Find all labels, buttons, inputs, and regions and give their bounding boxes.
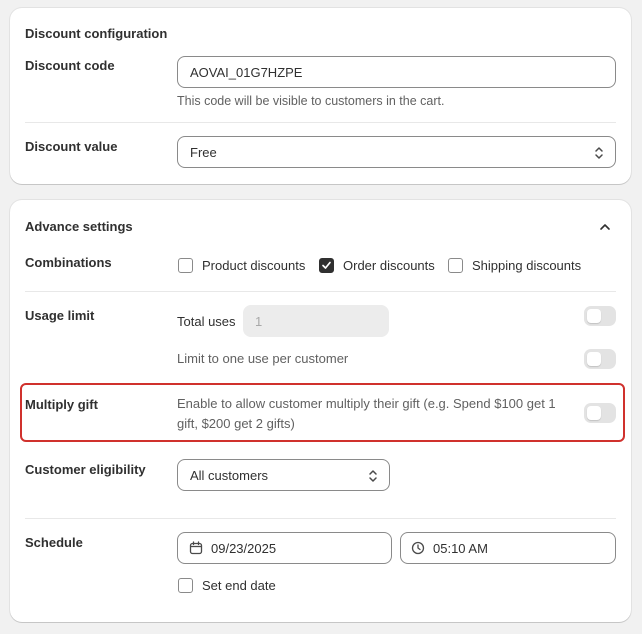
discount-code-value: AOVAI_01G7HZPE — [190, 64, 303, 80]
total-uses-placeholder: 1 — [255, 313, 263, 329]
discount-configuration-title: Discount configuration — [25, 26, 168, 41]
start-date-input[interactable]: 09/23/2025 — [177, 532, 392, 564]
discount-value-label: Discount value — [25, 139, 118, 154]
set-end-date-label: Set end date — [202, 578, 276, 593]
divider — [25, 291, 616, 292]
start-date-value: 09/23/2025 — [211, 540, 277, 556]
start-time-input[interactable]: 05:10 AM — [400, 532, 616, 564]
order-discounts-checkbox[interactable] — [319, 258, 334, 273]
toggle-knob — [587, 309, 601, 323]
discount-code-help: This code will be visible to customers i… — [177, 94, 445, 108]
total-uses-input[interactable]: 1 — [243, 305, 389, 337]
discount-value-select[interactable]: Free — [177, 136, 616, 168]
schedule-label: Schedule — [25, 535, 83, 550]
set-end-date[interactable]: Set end date — [178, 578, 276, 593]
divider — [25, 122, 616, 123]
multiply-gift-toggle[interactable] — [584, 403, 616, 423]
usage-limit-label: Usage limit — [25, 308, 95, 323]
advance-settings-card: Advance settings Combinations Product di… — [10, 200, 631, 622]
combination-shipping-discounts[interactable]: Shipping discounts — [448, 258, 581, 273]
divider — [25, 518, 616, 519]
set-end-date-checkbox[interactable] — [178, 578, 193, 593]
combination-order-discounts[interactable]: Order discounts — [319, 258, 435, 273]
multiply-gift-description: Enable to allow customer multiply their … — [177, 396, 556, 431]
total-uses-toggle[interactable] — [584, 306, 616, 326]
customer-eligibility-select[interactable]: All customers — [177, 459, 390, 491]
chevron-up-icon[interactable] — [599, 222, 611, 232]
start-time-value: 05:10 AM — [433, 540, 488, 556]
select-chevron-icon — [369, 470, 377, 482]
product-discounts-checkbox[interactable] — [178, 258, 193, 273]
combinations-label: Combinations — [25, 255, 112, 270]
toggle-knob — [587, 406, 601, 420]
advance-settings-title: Advance settings — [25, 219, 133, 234]
one-per-customer-toggle[interactable] — [584, 349, 616, 369]
shipping-discounts-label: Shipping discounts — [472, 258, 582, 273]
discount-value-selected: Free — [190, 144, 217, 160]
toggle-knob — [587, 352, 601, 366]
discount-code-input[interactable]: AOVAI_01G7HZPE — [177, 56, 616, 88]
total-uses-label: Total uses — [177, 314, 236, 329]
customer-eligibility-selected: All customers — [190, 467, 269, 483]
clock-icon — [411, 541, 425, 555]
multiply-gift-label: Multiply gift — [25, 397, 98, 412]
checkmark-icon — [322, 261, 331, 269]
shipping-discounts-checkbox[interactable] — [448, 258, 463, 273]
customer-eligibility-label: Customer eligibility — [25, 462, 146, 477]
discount-code-label: Discount code — [25, 58, 115, 73]
one-per-customer-label: Limit to one use per customer — [177, 351, 349, 366]
select-chevron-icon — [595, 147, 603, 159]
discount-configuration-card: Discount configuration Discount code AOV… — [10, 8, 631, 184]
calendar-icon — [189, 541, 203, 555]
product-discounts-label: Product discounts — [202, 258, 306, 273]
order-discounts-label: Order discounts — [343, 258, 435, 273]
combination-product-discounts[interactable]: Product discounts — [178, 258, 305, 273]
